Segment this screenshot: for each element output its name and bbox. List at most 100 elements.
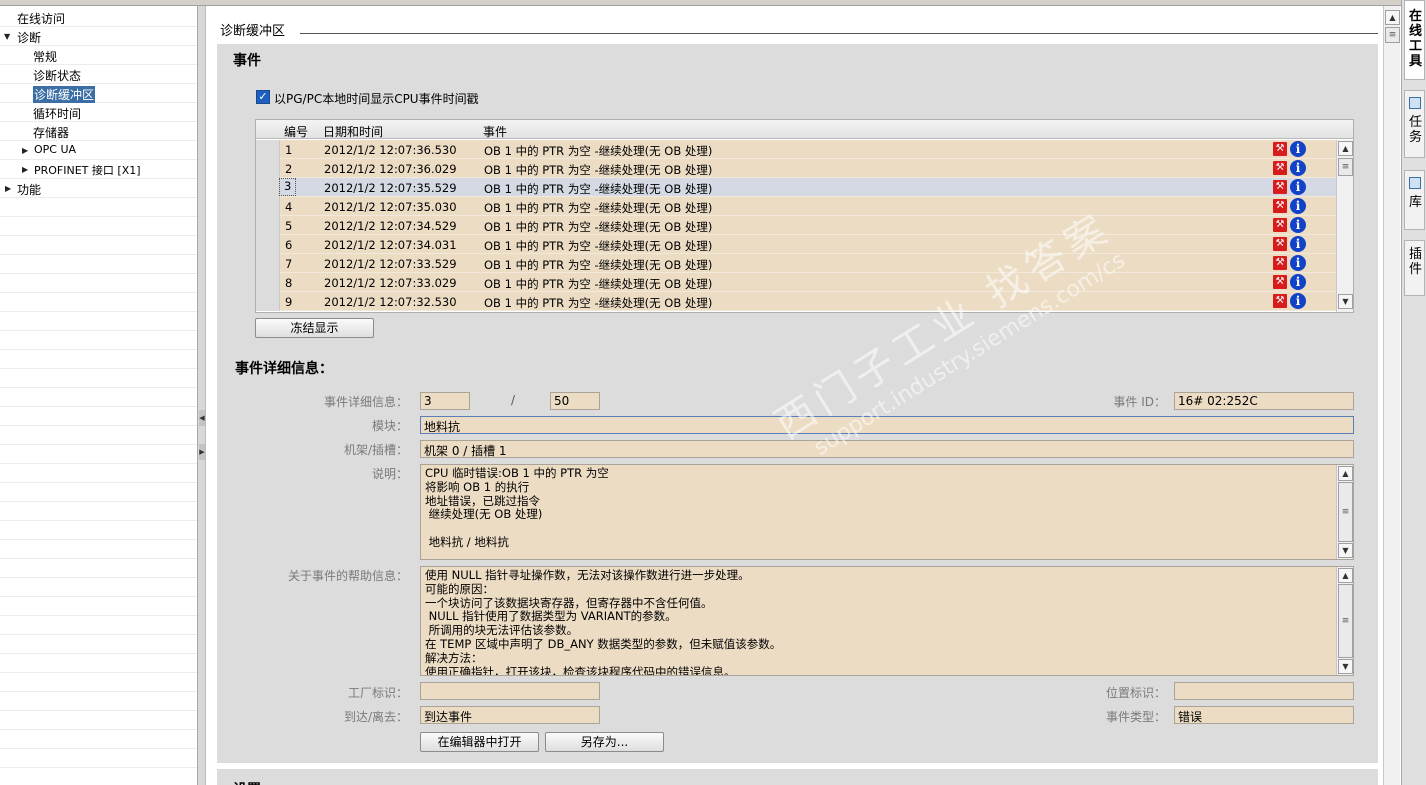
nav-item-general[interactable]: 常规 [0,46,197,65]
row-selector[interactable] [256,178,280,197]
info-icon[interactable]: i [1290,179,1306,195]
scroll-thumb[interactable]: ≡ [1338,158,1353,176]
module-field[interactable]: 地料抗 [420,416,1354,434]
freeze-display-button[interactable]: 冻结显示 [255,318,374,338]
nav-item-profinet[interactable]: ▶ PROFINET 接口 [X1] [0,160,197,179]
help-area[interactable]: 使用 NULL 指针寻址操作数，无法对该操作数进行进一步处理。 可能的原因： 一… [420,566,1354,676]
event-id-field[interactable]: 16# 02:252C [1174,392,1354,410]
table-row[interactable]: 9 2012/1/2 12:07:32.530 OB 1 中的 PTR 为空 -… [256,292,1336,311]
nav-item-opc-ua[interactable]: ▶ OPC UA [0,141,197,160]
nav-item-diag-status[interactable]: 诊断状态 [0,65,197,84]
scroll-down-icon[interactable]: ▼ [1338,659,1353,674]
nav-item-diagnostics[interactable]: ▼ 诊断 [0,27,197,46]
collapse-left-icon[interactable]: ◀ [199,410,205,426]
scroll-up-icon[interactable]: ▲ [1338,141,1353,156]
detail-total-field[interactable]: 50 [550,392,600,410]
expand-right-icon[interactable]: ▶ [199,444,205,460]
rack-slot-field[interactable]: 机架 0 / 插槽 1 [420,440,1354,458]
detail-current-field[interactable]: 3 [420,392,470,410]
table-row[interactable]: 7 2012/1/2 12:07:33.529 OB 1 中的 PTR 为空 -… [256,254,1336,273]
scroll-down-icon[interactable]: ▼ [1338,294,1353,309]
cell-num: 4 [285,200,293,214]
info-icon[interactable]: i [1290,255,1306,271]
expand-triangle-icon[interactable]: ▼ [4,32,10,41]
cell-datetime: 2012/1/2 12:07:33.529 [324,257,457,271]
info-icon[interactable]: i [1290,160,1306,176]
info-icon[interactable]: i [1290,293,1306,309]
local-time-checkbox[interactable]: ✓ [256,90,270,104]
nav-item-cycle-time[interactable]: 循环时间 [0,103,197,122]
nav-item-online-access[interactable]: 在线访问 [0,8,197,27]
cell-event: OB 1 中的 PTR 为空 -继续处理(无 OB 处理) [484,220,713,234]
nav-item-diag-buffer[interactable]: 诊断缓冲区 [0,84,197,104]
nav-empty-row [0,217,197,236]
row-selector[interactable] [256,254,280,273]
incoming-outgoing-field[interactable]: 到达事件 [420,706,600,724]
collapse-triangle-icon[interactable]: ▶ [5,184,11,193]
table-row[interactable]: 5 2012/1/2 12:07:34.529 OB 1 中的 PTR 为空 -… [256,216,1336,235]
scroll-up-icon[interactable]: ▲ [1385,10,1400,25]
row-selector[interactable] [256,235,280,254]
row-selector[interactable] [256,273,280,292]
event-type-field[interactable]: 错误 [1174,706,1354,724]
info-icon[interactable]: i [1290,274,1306,290]
info-icon[interactable]: i [1290,217,1306,233]
cell-num: 7 [285,257,293,271]
table-row[interactable]: 8 2012/1/2 12:07:33.029 OB 1 中的 PTR 为空 -… [256,273,1336,292]
table-row[interactable]: 4 2012/1/2 12:07:35.030 OB 1 中的 PTR 为空 -… [256,197,1336,216]
table-row-selected[interactable]: 3 2012/1/2 12:07:35.529 OB 1 中的 PTR 为空 -… [256,178,1336,197]
row-selector[interactable] [256,292,280,311]
scroll-up-icon[interactable]: ▲ [1338,568,1353,583]
column-header-datetime[interactable]: 日期和时间 [323,123,383,140]
cell-event: OB 1 中的 PTR 为空 -继续处理(无 OB 处理) [484,239,713,253]
info-icon[interactable]: i [1290,236,1306,252]
plant-id-field[interactable] [420,682,600,700]
cell-num: 8 [285,276,293,290]
pane-splitter[interactable]: ◀ ▶ [198,6,206,785]
dock-tab-online-tools[interactable]: 在线工具 [1404,0,1425,80]
table-row[interactable]: 6 2012/1/2 12:07:34.031 OB 1 中的 PTR 为空 -… [256,235,1336,254]
nav-empty-row [0,350,197,369]
row-selector[interactable] [256,159,280,178]
collapse-triangle-icon[interactable]: ▶ [22,146,28,155]
detail-separator: / [511,393,516,407]
scroll-thumb[interactable]: ≡ [1338,482,1353,542]
column-header-event[interactable]: 事件 [483,123,507,140]
location-id-field[interactable] [1174,682,1354,700]
info-icon[interactable]: i [1290,198,1306,214]
collapse-triangle-icon[interactable]: ▶ [22,165,28,174]
event-table-scrollbar[interactable]: ▲ ≡ ▼ [1336,140,1353,312]
nav-item-label: 诊断状态 [33,69,82,83]
dock-tab-tasks[interactable]: 任务 [1404,90,1425,158]
scroll-up-icon[interactable]: ▲ [1338,466,1353,481]
dock-tab-libraries[interactable]: 库 [1404,170,1425,230]
table-row[interactable]: 2 2012/1/2 12:07:36.029 OB 1 中的 PTR 为空 -… [256,159,1336,178]
dock-tab-label: 在线工具 [1408,9,1422,69]
description-scrollbar[interactable]: ▲ ≡ ▼ [1336,465,1353,559]
nav-empty-row [0,711,197,730]
scroll-thumb[interactable]: ≡ [1338,584,1353,658]
row-selector[interactable] [256,197,280,216]
scroll-down-icon[interactable]: ▼ [1338,543,1353,558]
settings-heading[interactable]: 设置 [233,779,261,785]
nav-empty-row [0,673,197,692]
column-header-num[interactable]: 编号 [284,123,308,140]
nav-item-memory[interactable]: 存储器 [0,122,197,141]
row-selector[interactable] [256,216,280,235]
local-time-checkbox-label[interactable]: 以PG/PC本地时间显示CPU事件时间戳 [274,90,479,107]
nav-empty-row [0,312,197,331]
table-row[interactable]: 1 2012/1/2 12:07:36.530 OB 1 中的 PTR 为空 -… [256,140,1336,159]
nav-item-functions[interactable]: ▶ 功能 [0,179,197,198]
description-area[interactable]: CPU 临时错误:OB 1 中的 PTR 为空 将影响 OB 1 的执行 地址错… [420,464,1354,560]
main-scrollbar[interactable]: ▲ ≡ [1383,6,1400,785]
description-label: 说明： [371,467,408,481]
open-in-editor-button[interactable]: 在编辑器中打开 [420,732,539,752]
nav-empty-row [0,559,197,578]
save-as-button[interactable]: 另存为... [545,732,664,752]
nav-empty-row [0,426,197,445]
help-scrollbar[interactable]: ▲ ≡ ▼ [1336,567,1353,675]
scroll-thumb[interactable]: ≡ [1385,27,1400,43]
row-selector[interactable] [256,140,280,159]
dock-tab-addins[interactable]: 插件 [1404,240,1425,296]
info-icon[interactable]: i [1290,141,1306,157]
